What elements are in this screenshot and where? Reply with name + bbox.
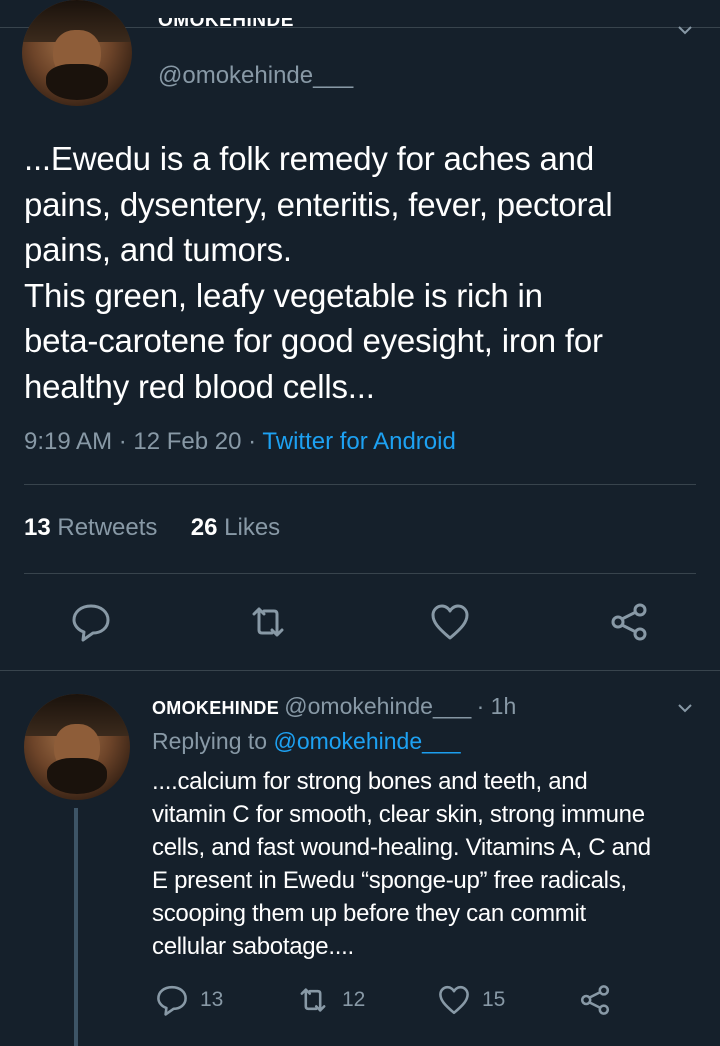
share-icon[interactable] bbox=[609, 602, 649, 642]
replying-mention-link[interactable]: @omokehinde___ bbox=[273, 728, 460, 754]
reply-tweet-text: ....calcium for strong bones and teeth, … bbox=[152, 768, 651, 960]
reply-retweet-button[interactable]: 12 bbox=[296, 984, 365, 1016]
thread-line bbox=[74, 808, 78, 1046]
main-tweet-text: ...Ewedu is a folk remedy for aches and … bbox=[24, 140, 613, 405]
reply-age: · 1h bbox=[476, 693, 517, 719]
replying-to: Replying to @omokehinde___ bbox=[152, 728, 461, 755]
tweet-stats: 13 Retweets 26 Likes bbox=[24, 514, 280, 542]
like-icon[interactable] bbox=[430, 602, 470, 642]
reply-author-name[interactable]: OMOKEHINDE bbox=[152, 698, 279, 718]
meta-separator: · bbox=[248, 428, 257, 455]
reply-like-button[interactable]: 15 bbox=[438, 984, 505, 1016]
share-icon bbox=[580, 985, 610, 1015]
chevron-down-icon[interactable] bbox=[677, 700, 693, 716]
reply-count: 13 bbox=[200, 988, 224, 1011]
reply-icon bbox=[157, 985, 187, 1016]
tweet-source-link[interactable]: Twitter for Android bbox=[262, 428, 455, 455]
tweet-date: 12 Feb 20 bbox=[133, 428, 242, 455]
retweet-count: 12 bbox=[342, 988, 366, 1011]
replying-label: Replying to bbox=[152, 728, 268, 754]
divider bbox=[0, 670, 720, 671]
reply-header: OMOKEHINDE @omokehinde___ · 1h bbox=[152, 693, 516, 720]
reply-icon[interactable] bbox=[71, 602, 111, 642]
like-icon bbox=[439, 985, 469, 1015]
likes-count: 26 bbox=[190, 514, 218, 541]
main-avatar[interactable] bbox=[22, 0, 132, 106]
tweet-meta: 9:19 AM · 12 Feb 20 · Twitter for Androi… bbox=[24, 428, 456, 456]
likes-label: Likes bbox=[224, 514, 281, 541]
reply-reply-button[interactable]: 13 bbox=[156, 984, 223, 1016]
main-author-handle[interactable]: @omokehinde___ bbox=[158, 62, 353, 90]
divider bbox=[24, 573, 696, 574]
reply-author-handle[interactable]: @omokehinde___ bbox=[284, 693, 471, 719]
retweet-icon bbox=[300, 988, 326, 1012]
retweets-label: Retweets bbox=[57, 514, 158, 541]
reply-avatar[interactable] bbox=[24, 694, 130, 800]
retweets-count: 13 bbox=[24, 514, 51, 541]
chevron-down-icon[interactable] bbox=[677, 22, 693, 38]
likes-stat[interactable]: 26 Likes bbox=[191, 514, 280, 541]
meta-separator: · bbox=[118, 428, 127, 455]
main-author-name[interactable]: OMOKEHINDE bbox=[158, 18, 294, 42]
tweet-time: 9:19 AM bbox=[24, 428, 113, 455]
retweets-stat[interactable]: 13 Retweets bbox=[24, 514, 157, 541]
retweet-icon[interactable] bbox=[248, 602, 288, 642]
reply-share-button[interactable] bbox=[579, 984, 611, 1016]
like-count: 15 bbox=[482, 988, 506, 1011]
divider bbox=[24, 484, 696, 485]
